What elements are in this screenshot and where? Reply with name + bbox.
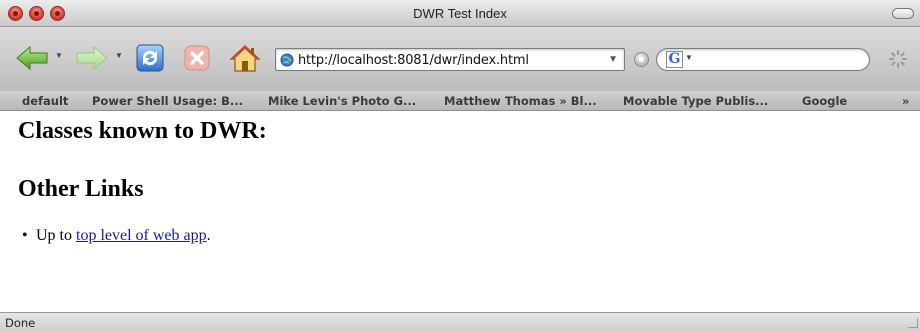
home-icon [229,45,261,72]
status-bar: Done [0,312,920,332]
go-button[interactable] [634,52,649,67]
reload-button[interactable] [132,41,168,75]
search-bar[interactable]: G ▼ [656,48,870,71]
url-history-chevron-icon[interactable]: ▼ [608,54,618,65]
globe-icon [280,53,294,67]
title-bar: DWR Test Index [0,0,920,27]
bookmark-item[interactable]: Movable Type Publis... [623,94,768,108]
forward-button[interactable] [74,41,110,75]
toolbar-toggle-button[interactable] [892,8,914,19]
list-item-suffix: . [206,227,211,244]
list-item: Up to top level of web app. [22,227,211,245]
google-search-engine-icon[interactable]: G [666,51,683,68]
bookmark-item[interactable]: Google [802,94,847,108]
status-text: Done [5,316,36,330]
back-button[interactable] [14,41,50,75]
page-content: Classes known to DWR: Other Links Up to … [0,112,920,310]
links-list: Up to top level of web app. [22,227,211,245]
heading-other-links: Other Links [18,176,144,202]
search-engine-chevron-icon[interactable]: ▼ [685,53,693,62]
home-button[interactable] [228,41,262,75]
bookmarks-bar: default Power Shell Usage: B... Mike Lev… [0,91,920,111]
back-arrow-icon [16,45,48,71]
bookmarks-overflow-button[interactable]: » [902,94,909,108]
bookmark-item[interactable]: Mike Levin's Photo G... [268,94,416,108]
address-bar[interactable]: http://localhost:8081/dwr/index.html ▼ [275,48,625,71]
back-history-chevron-icon[interactable]: ▼ [55,51,63,60]
top-level-link[interactable]: top level of web app [76,227,207,244]
bookmark-item[interactable]: Matthew Thomas » Bl... [444,94,597,108]
forward-history-chevron-icon[interactable]: ▼ [115,51,123,60]
navigation-toolbar: ▼ ▼ http://localhost:8081/dwr/index.html… [0,27,920,91]
window-title: DWR Test Index [413,6,507,21]
url-text[interactable]: http://localhost:8081/dwr/index.html [298,53,529,68]
resize-grip-icon[interactable] [908,318,918,328]
bookmark-item[interactable]: Power Shell Usage: B... [92,94,243,108]
activity-throbber-icon [889,50,907,68]
stop-icon [184,45,210,71]
forward-arrow-icon [76,45,108,71]
bookmark-item[interactable]: default [22,94,68,108]
stop-button[interactable] [180,41,214,75]
heading-classes: Classes known to DWR: [18,118,267,144]
reload-icon [136,44,164,72]
list-item-prefix: Up to [36,227,76,244]
